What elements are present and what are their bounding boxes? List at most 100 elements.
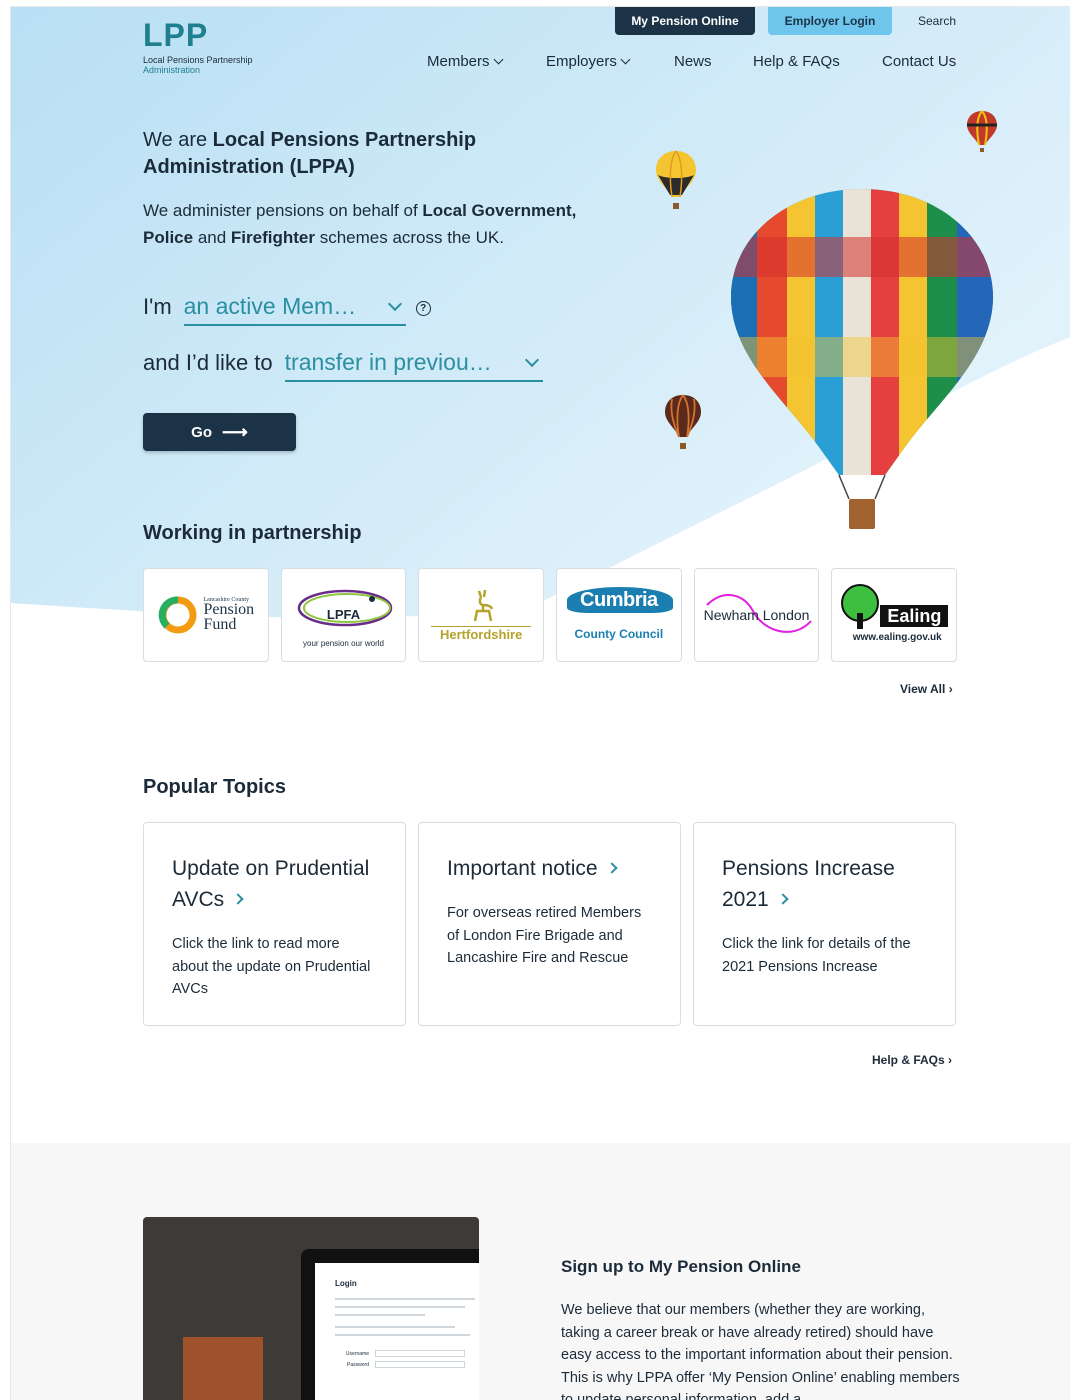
desk-object-shape	[183, 1337, 263, 1400]
partner-lpfa-tagline: your pension our world	[303, 639, 384, 648]
dark-balloon-icon	[665, 394, 701, 449]
screen-line	[335, 1326, 455, 1328]
nav-employers[interactable]: Employers	[546, 53, 631, 70]
nav-members-label: Members	[427, 53, 490, 70]
topic-card-text: Click the link to read more about the up…	[172, 936, 371, 997]
employer-login-button[interactable]: Employer Login	[768, 7, 892, 35]
laptop-screen: Login Username Password	[315, 1263, 479, 1400]
partner-lancs-line3: Fund	[203, 616, 237, 633]
search-link[interactable]: Search	[918, 14, 956, 28]
help-circle-icon[interactable]: ?	[415, 301, 431, 316]
chevron-down-icon	[524, 352, 539, 367]
laptop-image: Login Username Password	[143, 1217, 479, 1400]
topic-card-pensions-increase[interactable]: Pensions Increase 2021 Click the link fo…	[693, 822, 956, 1026]
screen-login-title: Login	[335, 1279, 357, 1288]
topic-card-text: Click the link for details of the 2021 P…	[722, 936, 911, 975]
hero-title: We are Local Pensions Partnership Admini…	[143, 127, 543, 181]
partner-hertfordshire[interactable]: Hertfordshire	[418, 568, 545, 662]
signup-title: Sign up to My Pension Online	[561, 1257, 801, 1276]
chevron-right-icon	[605, 862, 618, 874]
chevron-right-icon	[777, 893, 789, 905]
role-row: I'm an active Mem… ?	[143, 293, 431, 326]
topic-card-important-notice[interactable]: Important notice For overseas retired Me…	[418, 822, 681, 1026]
nav-contact-us[interactable]: Contact Us	[882, 53, 956, 70]
hero-desc-1: We administer pensions on behalf of	[143, 201, 423, 220]
hero-title-pre: We are	[143, 129, 213, 151]
chevron-right-icon	[232, 893, 244, 905]
hero-description: We administer pensions on behalf of Loca…	[143, 197, 623, 251]
topic-cards: Update on Prudential AVCs Click the link…	[143, 822, 957, 1026]
partner-lpfa[interactable]: LPFA your pension our world	[280, 568, 407, 662]
go-button[interactable]: Go ⟶	[143, 413, 296, 451]
screen-username-row: Username	[335, 1350, 471, 1357]
help-faqs-link[interactable]: Help & FAQs ›	[872, 1053, 952, 1067]
main-nav: Members Employers News Help & FAQs Conta…	[11, 53, 1070, 73]
nav-help-label: Help & FAQs	[753, 53, 840, 70]
role-select-value: an active Mem…	[183, 293, 357, 319]
topic-card-title[interactable]: Important notice	[447, 853, 652, 884]
screen-line	[335, 1298, 475, 1300]
topic-title-text: Update on Prudential AVCs	[172, 857, 370, 911]
screen-line	[335, 1314, 425, 1316]
topic-title-text: Important notice	[447, 857, 598, 880]
laptop-frame: Login Username Password	[301, 1249, 479, 1400]
go-label: Go	[191, 423, 213, 441]
yellow-balloon-icon	[656, 150, 696, 209]
partner-cumbria-sub: County Council	[574, 627, 664, 641]
view-all-label: View All	[900, 682, 946, 696]
topic-card-text: For overseas retired Members of London F…	[447, 905, 642, 966]
screen-password-label: Password	[347, 1361, 369, 1368]
partner-cumbria-name: Cumbria	[580, 589, 658, 611]
screen-password-row: Password	[335, 1361, 471, 1368]
partner-herts-name: Hertfordshire	[440, 627, 523, 642]
topic-card-title[interactable]: Update on Prudential AVCs	[172, 853, 377, 915]
partner-logos: Lancashire County Pension Fund LPFA your…	[143, 568, 958, 662]
nav-employers-label: Employers	[546, 53, 617, 70]
logo-mark: LPP	[143, 17, 209, 53]
hero-desc-3: and	[193, 228, 231, 247]
arrow-right-icon: ⟶	[222, 422, 248, 442]
action-select[interactable]: transfer in previou…	[284, 349, 543, 382]
role-prefix: I'm	[143, 294, 172, 319]
partner-newham[interactable]: Newham London	[693, 568, 820, 662]
view-all-link[interactable]: View All ›	[900, 682, 953, 696]
ealing-tree-icon	[841, 584, 880, 629]
screen-username-field	[375, 1350, 465, 1357]
partner-lancs-line2: Pension	[203, 601, 255, 618]
role-select[interactable]: an active Mem…	[183, 293, 406, 326]
screen-password-field	[375, 1361, 465, 1368]
nav-members[interactable]: Members	[427, 53, 503, 70]
partner-ealing[interactable]: Ealing www.ealing.gov.uk	[831, 568, 958, 662]
partnership-title: Working in partnership	[143, 522, 362, 544]
popular-topics-title: Popular Topics	[143, 776, 286, 798]
partner-cumbria[interactable]: Cumbria County Council	[556, 568, 682, 662]
my-pension-online-button[interactable]: My Pension Online	[615, 7, 755, 35]
nav-contact-label: Contact Us	[882, 53, 957, 70]
nav-news-label: News	[674, 53, 712, 70]
topic-card-prudential[interactable]: Update on Prudential AVCs Click the link…	[143, 822, 406, 1026]
topic-title-text: Pensions Increase 2021	[722, 857, 895, 911]
page: LPP Local Pensions Partnership Administr…	[10, 6, 1070, 1400]
topic-card-title[interactable]: Pensions Increase 2021	[722, 853, 927, 915]
hart-stag-icon	[474, 589, 494, 622]
screen-username-label: Username	[345, 1350, 369, 1357]
chevron-down-icon	[387, 296, 402, 311]
screen-line	[335, 1334, 470, 1336]
partner-newham-name: Newham London	[703, 607, 810, 623]
action-select-value: transfer in previou…	[284, 349, 492, 375]
nav-help-faqs[interactable]: Help & FAQs	[753, 53, 840, 70]
help-faqs-label: Help & FAQs	[872, 1053, 945, 1067]
signup-text: We believe that our members (whether the…	[561, 1302, 960, 1400]
hero-desc-5: schemes across the UK.	[314, 228, 504, 247]
hero-desc-4: Firefighter	[230, 228, 315, 247]
partner-ealing-url: www.ealing.gov.uk	[852, 632, 942, 643]
nav-news[interactable]: News	[674, 53, 712, 70]
action-prefix: and I’d like to	[143, 350, 273, 375]
large-balloon-icon	[731, 189, 993, 529]
lancashire-ring-icon	[158, 596, 196, 634]
partner-lancashire[interactable]: Lancashire County Pension Fund	[143, 568, 269, 662]
screen-line	[335, 1306, 465, 1308]
partner-lpfa-name: LPFA	[326, 607, 361, 622]
chevron-down-icon	[620, 54, 631, 65]
chevron-right-icon: ›	[948, 682, 953, 696]
